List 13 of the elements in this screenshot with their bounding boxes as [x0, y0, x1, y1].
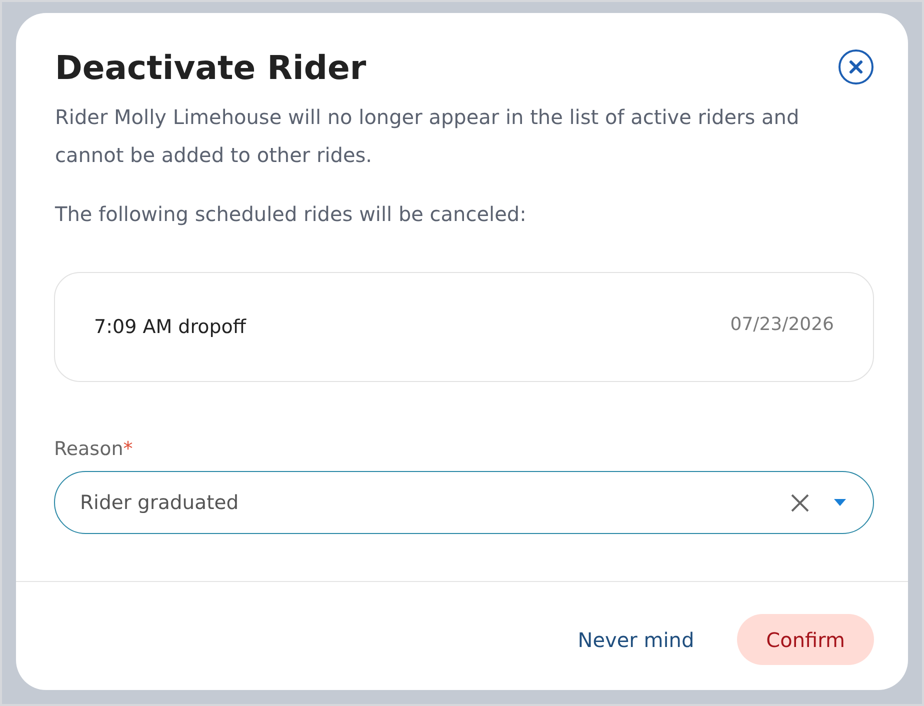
description-text: Rider Molly Limehouse will no longer appear in the list of active riders and cannot be added to other rides.	[55, 104, 800, 169]
ride-date: 07/23/2026	[730, 314, 834, 335]
close-icon[interactable]	[838, 49, 874, 85]
ride-name: 7:09 AM dropoff	[94, 316, 246, 338]
clear-icon[interactable]	[791, 494, 809, 512]
caret-icon[interactable]	[834, 499, 846, 506]
reason-value: Rider graduated	[80, 491, 240, 514]
reason-label: Reason*	[54, 438, 133, 460]
reason-select[interactable]: Rider graduated	[54, 471, 874, 534]
dialog-title: Deactivate Rider	[55, 48, 366, 88]
confirm-button[interactable]: Confirm	[737, 614, 874, 665]
cancel-button[interactable]: Never mind	[562, 614, 710, 665]
rides-heading: The following scheduled rides will be canceled:	[55, 201, 528, 228]
